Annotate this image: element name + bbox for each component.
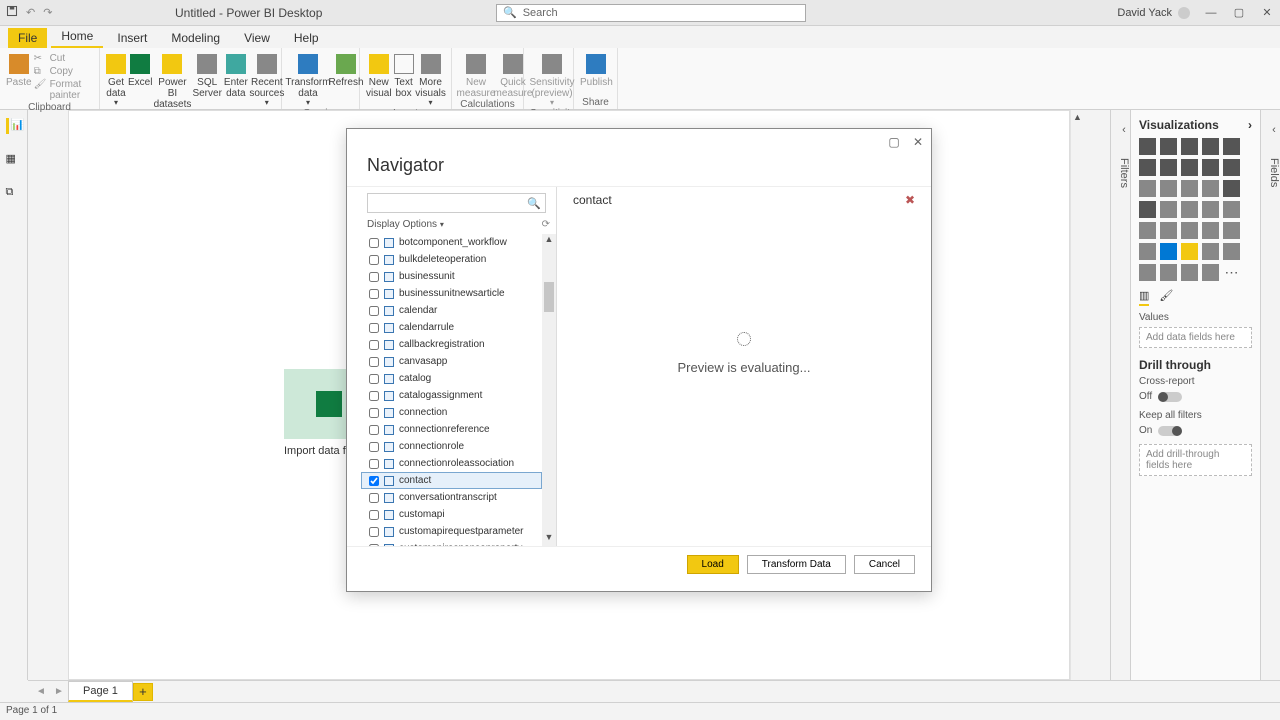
table-label: connectionroleassociation [399, 458, 514, 469]
table-label: contact [399, 475, 431, 486]
remove-preview-icon[interactable]: ✖ [905, 193, 915, 207]
table-label: customapi [399, 509, 445, 520]
table-label: bulkdeleteoperation [399, 254, 486, 265]
navigator-tree: 🔍 Display Options ▾ ⟳ botcomponent_workf… [347, 187, 557, 546]
table-row[interactable]: connection [361, 404, 542, 421]
table-row[interactable]: callbackregistration [361, 336, 542, 353]
table-checkbox[interactable] [369, 272, 379, 282]
table-icon [384, 425, 394, 435]
table-icon [384, 306, 394, 316]
table-row[interactable]: customapirequestparameter [361, 523, 542, 540]
table-checkbox[interactable] [369, 238, 379, 248]
scrollbar-thumb[interactable] [544, 282, 554, 312]
table-label: businessunit [399, 271, 455, 282]
preview-title: contact [573, 193, 612, 207]
table-checkbox[interactable] [369, 289, 379, 299]
table-label: catalog [399, 373, 431, 384]
chevron-up-icon: ▲ [545, 234, 554, 248]
table-icon [384, 459, 394, 469]
navigator-preview: contact ✖ Preview is evaluating... [557, 187, 931, 546]
table-label: connection [399, 407, 447, 418]
table-checkbox[interactable] [369, 442, 379, 452]
table-label: businessunitnewsarticle [399, 288, 505, 299]
table-icon [384, 476, 394, 486]
chevron-down-icon: ▾ [440, 220, 444, 229]
table-icon [384, 442, 394, 452]
table-checkbox[interactable] [369, 544, 379, 547]
table-row[interactable]: businessunitnewsarticle [361, 285, 542, 302]
table-row[interactable]: calendarrule [361, 319, 542, 336]
table-label: conversationtranscript [399, 492, 497, 503]
table-icon [384, 527, 394, 537]
table-row[interactable]: calendar [361, 302, 542, 319]
table-row[interactable]: connectionreference [361, 421, 542, 438]
table-checkbox[interactable] [369, 459, 379, 469]
table-icon [384, 408, 394, 418]
search-icon: 🔍 [527, 197, 541, 210]
dialog-maximize-button[interactable]: ▢ [887, 135, 901, 149]
table-icon [384, 255, 394, 265]
dialog-mask: ▢ ✕ Navigator 🔍 Display Options ▾ ⟳ botc… [0, 0, 1280, 720]
table-checkbox[interactable] [369, 408, 379, 418]
table-checkbox[interactable] [369, 340, 379, 350]
table-checkbox[interactable] [369, 255, 379, 265]
table-icon [384, 493, 394, 503]
table-row[interactable]: businessunit [361, 268, 542, 285]
spinner-icon [737, 332, 751, 346]
display-options[interactable]: Display Options [367, 219, 437, 230]
table-label: calendar [399, 305, 437, 316]
table-row[interactable]: customapiresponseproperty [361, 540, 542, 546]
table-row[interactable]: canvasapp [361, 353, 542, 370]
table-checkbox[interactable] [369, 306, 379, 316]
table-checkbox[interactable] [369, 425, 379, 435]
table-icon [384, 272, 394, 282]
table-icon [384, 374, 394, 384]
navigator-title: Navigator [347, 155, 931, 186]
table-label: callbackregistration [399, 339, 485, 350]
table-row[interactable]: catalogassignment [361, 387, 542, 404]
table-label: calendarrule [399, 322, 454, 333]
table-checkbox[interactable] [369, 374, 379, 384]
table-icon [384, 340, 394, 350]
table-label: customapiresponseproperty [399, 543, 522, 546]
table-checkbox[interactable] [369, 357, 379, 367]
table-icon [384, 510, 394, 520]
preview-message: Preview is evaluating... [678, 360, 811, 375]
table-label: botcomponent_workflow [399, 237, 507, 248]
table-checkbox[interactable] [369, 510, 379, 520]
table-row[interactable]: conversationtranscript [361, 489, 542, 506]
table-row[interactable]: customapi [361, 506, 542, 523]
table-icon [384, 238, 394, 248]
table-row[interactable]: bulkdeleteoperation [361, 251, 542, 268]
table-checkbox[interactable] [369, 493, 379, 503]
table-checkbox[interactable] [369, 391, 379, 401]
load-button[interactable]: Load [687, 555, 739, 574]
table-label: connectionrole [399, 441, 464, 452]
table-row[interactable]: connectionroleassociation [361, 455, 542, 472]
table-label: catalogassignment [399, 390, 482, 401]
table-row[interactable]: connectionrole [361, 438, 542, 455]
table-label: customapirequestparameter [399, 526, 524, 537]
chevron-down-icon: ▼ [545, 532, 554, 546]
table-label: canvasapp [399, 356, 447, 367]
table-icon [384, 544, 394, 547]
table-row[interactable]: contact [361, 472, 542, 489]
cancel-button[interactable]: Cancel [854, 555, 915, 574]
table-icon [384, 323, 394, 333]
table-row[interactable]: botcomponent_workflow [361, 234, 542, 251]
table-row[interactable]: catalog [361, 370, 542, 387]
table-icon [384, 357, 394, 367]
table-label: connectionreference [399, 424, 490, 435]
table-checkbox[interactable] [369, 323, 379, 333]
table-checkbox[interactable] [369, 476, 379, 486]
navigator-search[interactable]: 🔍 [367, 193, 546, 213]
table-checkbox[interactable] [369, 527, 379, 537]
transform-data-button[interactable]: Transform Data [747, 555, 846, 574]
dialog-close-button[interactable]: ✕ [911, 135, 925, 149]
table-icon [384, 391, 394, 401]
table-icon [384, 289, 394, 299]
navigator-dialog: ▢ ✕ Navigator 🔍 Display Options ▾ ⟳ botc… [346, 128, 932, 592]
refresh-tree-icon[interactable]: ⟳ [542, 219, 550, 230]
tree-scrollbar[interactable]: ▲ ▼ [542, 234, 556, 546]
